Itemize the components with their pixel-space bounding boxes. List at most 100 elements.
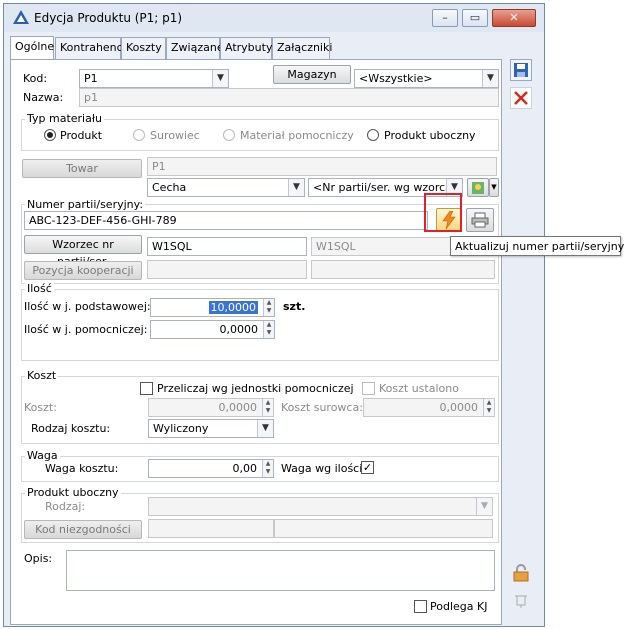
radio-surowiec-label: Surowiec <box>150 129 200 142</box>
tab-zwiazane[interactable]: Związane <box>166 37 224 59</box>
partia-field[interactable]: ABC-123-DEF-456-GHI-789 <box>24 211 428 230</box>
waga-title: Waga <box>25 449 60 462</box>
spinner-icon: ▲ ▼ <box>262 399 273 416</box>
chevron-down-icon: ▼ <box>257 420 273 437</box>
produkt-uboczny-title: Produkt uboczny <box>25 486 121 499</box>
magazyn-combo[interactable]: <Wszystkie> ▼ <box>354 69 499 88</box>
wzorzec-field[interactable]: W1SQL <box>147 237 307 256</box>
spinner-icon: ▲ ▼ <box>263 299 274 316</box>
przeliczaj-checkbox[interactable] <box>140 382 153 395</box>
unit-label: szt. <box>283 300 306 313</box>
koszt-ustalono-label: Koszt ustalono <box>379 382 459 395</box>
ilosc-podstawowa-value: 10,0000 <box>208 301 258 314</box>
waga-wg-ilosci-checkbox[interactable]: ✓ <box>361 461 374 474</box>
lookup-dropdown[interactable]: ▼ <box>489 178 499 197</box>
ilosc-pomocnicza-input[interactable]: 0,0000 ▲ ▼ <box>150 320 275 339</box>
przeliczaj-label: Przeliczaj wg jednostki pomocniczej <box>157 382 354 395</box>
koszt-surowca-value: 0,0000 <box>439 401 479 414</box>
radio-produkt[interactable] <box>44 129 56 141</box>
opis-textarea[interactable] <box>66 550 495 591</box>
kod-value: P1 <box>84 72 98 85</box>
koszt-title: Koszt <box>25 369 59 382</box>
lookup-button[interactable] <box>467 178 489 197</box>
kooperacja-button[interactable]: Pozycja kooperacji <box>24 261 142 280</box>
tab-atrybuty[interactable]: Atrybuty <box>220 37 272 59</box>
radio-produkt-uboczny[interactable] <box>367 129 379 141</box>
radio-material-pomocniczy[interactable] <box>223 129 235 141</box>
radio-produkt-label: Produkt <box>60 129 103 142</box>
nazwa-label: Nazwa: <box>23 91 64 104</box>
ilosc-podstawowa-input[interactable]: 10,0000 ▲ ▼ <box>150 298 275 317</box>
cancel-button[interactable] <box>510 87 532 109</box>
tooltip: Aktualizuj numer partii/seryjny <box>450 236 624 256</box>
pin-button[interactable] <box>510 591 532 613</box>
minimize-button[interactable]: – <box>432 9 458 27</box>
rodzaj-kosztu-combo[interactable]: Wyliczony ▼ <box>148 419 274 438</box>
window-title: Edycja Produktu (P1; p1) <box>34 11 183 25</box>
ilosc-pomocnicza-label: Ilość w j. pomocniczej: <box>24 323 148 336</box>
kooperacja-field-2[interactable] <box>311 260 495 279</box>
radio-surowiec[interactable] <box>133 129 145 141</box>
close-icon <box>514 91 528 105</box>
cecha-combo[interactable]: Cecha ▼ <box>147 178 305 197</box>
podlega-kj-checkbox[interactable] <box>414 600 427 613</box>
typ-materialu-title: Typ materiału <box>25 112 104 125</box>
lookup-icon <box>472 182 484 194</box>
spinner-icon: ▲ ▼ <box>263 321 274 338</box>
highlight-box <box>424 193 462 232</box>
waga-wg-ilosci-label: Waga wg ilości: <box>281 462 366 475</box>
pin-icon <box>515 595 527 608</box>
chevron-down-icon: ▼ <box>476 498 492 515</box>
waga-kosztu-value: 0,00 <box>232 462 258 475</box>
printer-button[interactable] <box>466 208 494 232</box>
koszt-input[interactable]: 0,0000 ▲ ▼ <box>148 398 274 417</box>
cecha-value: Cecha <box>152 181 187 194</box>
kod-label: Kod: <box>23 72 48 85</box>
magazyn-button[interactable]: Magazyn <box>273 65 351 84</box>
tab-koszty[interactable]: Koszty <box>121 37 166 59</box>
waga-kosztu-input[interactable]: 0,00 ▲ ▼ <box>148 459 274 478</box>
partia-title: Numer partii/seryjny: <box>25 198 146 211</box>
rodzaj-combo[interactable]: ▼ <box>148 497 493 516</box>
lock-icon <box>513 564 529 582</box>
waga-kosztu-label: Waga kosztu: <box>45 462 119 475</box>
tab-kontrahenci[interactable]: Kontrahenci <box>55 37 126 59</box>
radio-material-pomocniczy-label: Materiał pomocniczy <box>240 129 354 142</box>
ilosc-podstawowa-label: Ilość w j. podstawowej: <box>24 300 151 313</box>
tab-ogolne[interactable]: Ogólne <box>10 36 54 60</box>
koszt-surowca-label: Koszt surowca: <box>281 401 363 414</box>
rodzaj-kosztu-value: Wyliczony <box>153 422 209 435</box>
nazwa-field[interactable]: p1 <box>79 88 499 107</box>
save-icon <box>514 63 528 77</box>
towar-field[interactable]: P1 <box>147 157 497 176</box>
ilosc-pomocnicza-value: 0,0000 <box>219 323 259 336</box>
tab-zalaczniki[interactable]: Załączniki <box>272 37 332 59</box>
kod-combo[interactable]: P1 ▼ <box>79 69 229 88</box>
chevron-down-icon: ▼ <box>212 70 228 87</box>
general-panel: Kod: P1 ▼ Magazyn <Wszystkie> ▼ Nazwa: p… <box>10 59 502 625</box>
maximize-button[interactable]: ▭ <box>462 9 488 27</box>
rodzaj-kosztu-label: Rodzaj kosztu: <box>31 422 111 435</box>
product-edit-window: Edycja Produktu (P1; p1) – ▭ ✕ Ogólne Ko… <box>3 3 545 627</box>
rodzaj-label: Rodzaj: <box>45 500 86 513</box>
printer-icon <box>471 212 489 228</box>
kod-niezgodnosci-button[interactable]: Kod niezgodności <box>24 520 142 539</box>
ilosc-title: Ilość <box>25 282 54 295</box>
chevron-down-icon: ▼ <box>288 179 304 196</box>
kod-niezgodnosci-field-2[interactable] <box>274 519 493 538</box>
koszt-ustalono-checkbox[interactable] <box>362 382 375 395</box>
app-logo-icon <box>13 10 29 24</box>
chevron-down-icon: ▼ <box>482 70 498 87</box>
lock-button[interactable] <box>510 563 532 585</box>
koszt-surowca-input[interactable]: 0,0000 ▲ ▼ <box>363 398 495 417</box>
koszt-value: 0,0000 <box>218 401 258 414</box>
koszt-label: Koszt: <box>24 401 57 414</box>
towar-button[interactable]: Towar <box>22 159 142 178</box>
kooperacja-field[interactable] <box>147 260 307 279</box>
magazyn-value: <Wszystkie> <box>359 72 433 85</box>
wzorzec-button[interactable]: Wzorzec nr partii/ser. <box>24 235 142 268</box>
kod-niezgodnosci-field[interactable] <box>148 519 274 538</box>
close-button[interactable]: ✕ <box>492 9 536 27</box>
save-button[interactable] <box>510 59 532 81</box>
spinner-icon: ▲ ▼ <box>262 460 273 477</box>
